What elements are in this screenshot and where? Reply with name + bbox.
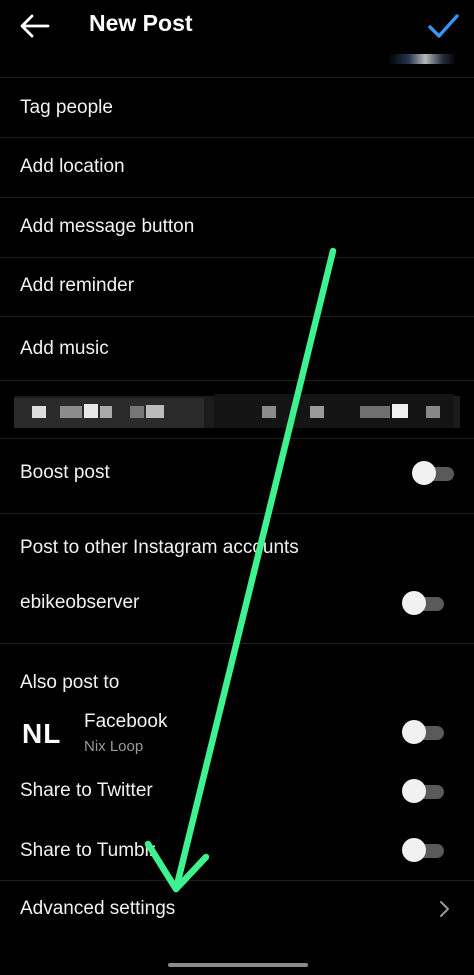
chevron-right-icon bbox=[440, 901, 449, 917]
facebook-page-name: Nix Loop bbox=[84, 738, 144, 755]
home-indicator bbox=[168, 963, 308, 967]
other-accounts-heading: Post to other Instagram accounts bbox=[20, 537, 299, 558]
boost-post-toggle[interactable] bbox=[412, 459, 458, 487]
account-name-label: ebikeobserver bbox=[20, 592, 140, 613]
divider bbox=[0, 316, 474, 317]
add-reminder-option[interactable]: Add reminder bbox=[20, 275, 134, 297]
tag-people-option[interactable]: Tag people bbox=[20, 97, 113, 119]
divider bbox=[0, 438, 474, 439]
tumblr-label: Share to Tumblr bbox=[20, 840, 156, 861]
add-message-button-option[interactable]: Add message button bbox=[20, 216, 194, 238]
tumblr-toggle[interactable] bbox=[402, 836, 448, 864]
redacted-content bbox=[14, 394, 460, 428]
annotation-arrow bbox=[144, 247, 337, 893]
advanced-settings-option[interactable]: Advanced settings bbox=[20, 898, 175, 920]
media-thumbnail-edge bbox=[388, 54, 456, 64]
page-title: New Post bbox=[89, 10, 193, 36]
account-share-toggle[interactable] bbox=[402, 589, 448, 617]
facebook-label: Facebook bbox=[84, 711, 168, 732]
facebook-toggle[interactable] bbox=[402, 718, 448, 746]
divider bbox=[0, 77, 474, 78]
divider bbox=[0, 380, 474, 381]
twitter-label: Share to Twitter bbox=[20, 780, 153, 801]
divider bbox=[0, 880, 474, 881]
divider bbox=[0, 197, 474, 198]
divider bbox=[0, 513, 474, 514]
divider bbox=[0, 257, 474, 258]
back-button[interactable] bbox=[18, 12, 52, 40]
share-confirm-button[interactable] bbox=[424, 10, 462, 42]
checkmark-icon bbox=[428, 14, 459, 38]
facebook-page-avatar: NL bbox=[22, 718, 62, 749]
top-bar: New Post bbox=[0, 0, 474, 56]
also-post-heading: Also post to bbox=[20, 672, 120, 693]
add-location-option[interactable]: Add location bbox=[20, 156, 125, 178]
add-music-option[interactable]: Add music bbox=[20, 338, 109, 360]
divider bbox=[0, 643, 474, 644]
boost-post-label: Boost post bbox=[20, 462, 110, 483]
twitter-toggle[interactable] bbox=[402, 777, 448, 805]
arrow-left-icon bbox=[20, 14, 50, 38]
divider bbox=[0, 137, 474, 138]
